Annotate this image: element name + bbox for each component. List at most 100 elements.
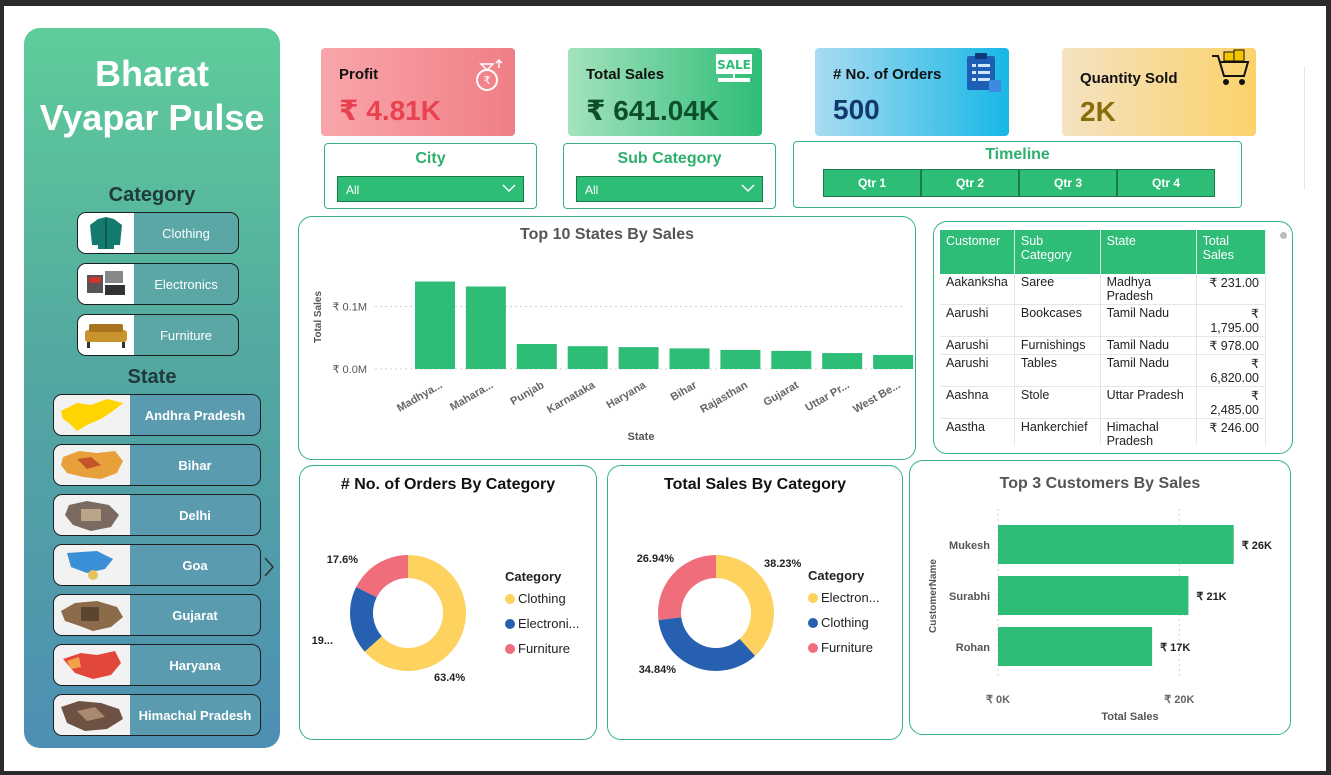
table-cell: Saree	[1014, 274, 1101, 305]
table-row[interactable]: Aarushi Bookcases Tamil Nadu ₹ 1,795.00	[940, 304, 1266, 337]
legend-title: Category	[808, 568, 865, 583]
table-cell: Aastha	[940, 418, 1015, 445]
table-row[interactable]: Aarushi Furnishings Tamil Nadu ₹ 978.00	[940, 336, 1266, 355]
bar	[771, 350, 812, 369]
state-button-himachal-pradesh[interactable]: Himachal Pradesh	[53, 694, 261, 736]
top-states-panel: Top 10 States By Sales ₹ 0.0M ₹ 0.1M Madhy…	[298, 216, 916, 460]
bar	[618, 347, 659, 369]
chevron-down-icon	[501, 181, 517, 198]
data-label: ₹ 17K	[1160, 642, 1190, 654]
table-cell: Tables	[1014, 354, 1101, 387]
data-label: ₹ 21K	[1196, 591, 1226, 603]
table-scrollbar[interactable]	[1280, 232, 1287, 239]
data-label: 63.4%	[434, 672, 465, 684]
legend-marker	[505, 619, 515, 629]
legend-marker	[808, 643, 818, 653]
sale-sign-icon: SALE	[714, 52, 754, 93]
data-label: 38.23%	[764, 558, 802, 570]
quarter-button-3[interactable]: Qtr 3	[1019, 169, 1117, 197]
table-row[interactable]: Aakanksha Saree Madhya Pradesh ₹ 231.00	[940, 274, 1266, 305]
table-cell: Aarushi	[940, 304, 1015, 337]
x-tick-label: Rajasthan	[698, 379, 750, 416]
sub-category-dropdown[interactable]: All	[576, 176, 763, 202]
data-label: 19...	[312, 635, 333, 647]
table-row[interactable]: Aashna Stole Uttar Pradesh ₹ 2,485.00	[940, 386, 1266, 419]
state-button-delhi[interactable]: Delhi	[53, 494, 261, 536]
legend-item: Electroni...	[518, 616, 579, 631]
table-cell: Bookcases	[1014, 304, 1101, 337]
quarter-button-1[interactable]: Qtr 1	[823, 169, 921, 197]
legend-marker	[505, 594, 515, 604]
table-cell: Himachal Pradesh	[1100, 418, 1197, 445]
orders-by-category-donut: 63.4% 19... 17.6% Category Clothing Electroni…	[312, 554, 580, 684]
shopping-cart-icon	[1210, 48, 1252, 93]
chevron-down-icon	[740, 181, 756, 198]
chevron-right-icon[interactable]	[262, 556, 276, 583]
table-row[interactable]: Aarushi Tables Tamil Nadu ₹ 6,820.00	[940, 354, 1266, 387]
y-axis-label: Total Sales	[313, 291, 324, 343]
sofa-icon	[78, 315, 134, 355]
table-cell: Tamil Nadu	[1100, 304, 1197, 337]
bar	[516, 344, 557, 369]
y-tick-label: Mukesh	[949, 540, 990, 552]
jacket-icon	[78, 213, 134, 253]
table-cell: ₹ 6,820.00	[1196, 354, 1266, 387]
table-cell: ₹ 231.00	[1196, 274, 1266, 305]
svg-text:SALE: SALE	[717, 58, 751, 72]
table-row[interactable]: Aastha Hankerchief Himachal Pradesh ₹ 246.0…	[940, 418, 1266, 445]
top-customers-panel: Top 3 Customers By Sales ₹ 0K ₹ 20K Mukesh…	[909, 460, 1291, 735]
haryana-map-icon	[54, 645, 130, 685]
table-header-cell[interactable]: Sub Category	[1014, 230, 1101, 274]
app-title: Bharat Vyapar Pulse	[39, 53, 265, 138]
kpi-card-profit: Profit ₹ 4.81K ₹	[321, 48, 515, 136]
divider	[1304, 66, 1305, 190]
x-tick-label: Karnataka	[545, 379, 598, 416]
table-cell: ₹ 2,485.00	[1196, 386, 1266, 419]
table-cell: Aarushi	[940, 354, 1015, 387]
y-tick-label: Surabhi	[949, 591, 990, 603]
svg-text:₹: ₹	[484, 74, 491, 87]
x-tick-label: Bihar	[669, 379, 700, 404]
table-header-cell[interactable]: Customer	[940, 230, 1015, 274]
state-button-andhra-pradesh[interactable]: Andhra Pradesh	[53, 394, 261, 436]
state-button-gujarat[interactable]: Gujarat	[53, 594, 261, 636]
electronics-icon	[78, 264, 134, 304]
table-cell: Stole	[1014, 386, 1101, 419]
orders-by-category-panel: # No. of Orders By Category 63.4% 19... 17…	[299, 465, 597, 740]
customer-table-scroll[interactable]: Customer Sub Category State Total Sales Aak…	[940, 230, 1266, 445]
state-section-title: State	[127, 366, 177, 388]
bar	[720, 349, 761, 369]
x-tick-label: ₹ 20K	[1164, 694, 1194, 706]
state-button-goa[interactable]: Goa	[53, 544, 261, 586]
legend-item: Furniture	[821, 640, 873, 655]
category-button-clothing[interactable]: Clothing	[77, 212, 239, 254]
legend-marker	[808, 618, 818, 628]
customer-table-panel: Customer Sub Category State Total Sales Aak…	[933, 221, 1293, 454]
state-button-bihar[interactable]: Bihar	[53, 444, 261, 486]
city-dropdown[interactable]: All	[337, 176, 524, 202]
city-slicer: City All	[324, 143, 537, 209]
legend-item: Clothing	[518, 591, 566, 606]
quarter-button-4[interactable]: Qtr 4	[1117, 169, 1215, 197]
legend-item: Electron...	[821, 590, 880, 605]
donut-slice	[658, 617, 756, 671]
category-button-furniture[interactable]: Furniture	[77, 314, 239, 356]
x-tick-label: Gujarat	[761, 379, 801, 409]
y-tick-label: Rohan	[956, 642, 991, 654]
table-header-cell[interactable]: Total Sales	[1196, 230, 1266, 274]
x-tick-label: Mahara...	[448, 379, 495, 413]
x-axis-label: Total Sales	[1101, 711, 1158, 723]
timeline-slicer: Timeline Qtr 1 Qtr 2 Qtr 3 Qtr 4	[793, 141, 1242, 208]
table-cell: Aashna	[940, 386, 1015, 419]
goa-map-icon	[54, 545, 130, 585]
quarter-button-2[interactable]: Qtr 2	[921, 169, 1019, 197]
table-cell: Tamil Nadu	[1100, 354, 1197, 387]
table-cell: Hankerchief	[1014, 418, 1101, 445]
category-section-title: Category	[108, 184, 196, 206]
table-header-cell[interactable]: State	[1100, 230, 1197, 274]
category-button-electronics[interactable]: Electronics	[77, 263, 239, 305]
bihar-map-icon	[54, 445, 130, 485]
donut-slice	[716, 555, 774, 656]
table-cell: Tamil Nadu	[1100, 336, 1197, 355]
state-button-haryana[interactable]: Haryana	[53, 644, 261, 686]
